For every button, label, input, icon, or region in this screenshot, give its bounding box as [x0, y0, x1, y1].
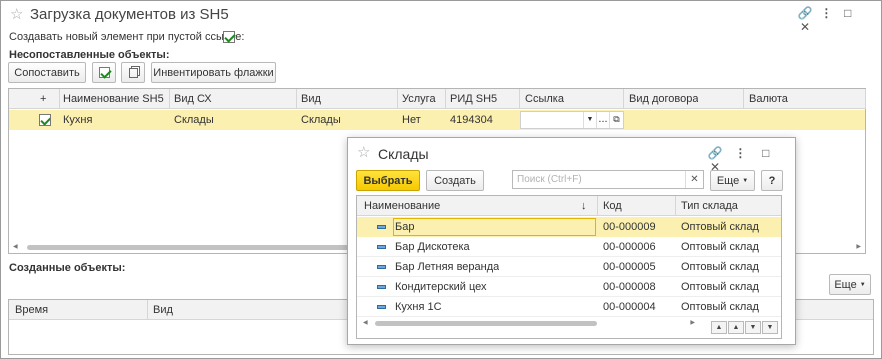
table-row[interactable]: Бар Летняя веранда 00-000005 Оптовый скл… [357, 257, 781, 277]
row-type: Оптовый склад [681, 281, 759, 293]
chevron-down-icon: ▼ [859, 281, 866, 288]
row-code: 00-000009 [603, 221, 656, 233]
link-field[interactable]: ▼ ... ⧉ [520, 111, 624, 129]
col-header-vid[interactable]: Вид [153, 300, 173, 320]
favorite-star-icon[interactable]: ☆ [357, 143, 370, 161]
link-icon[interactable]: 🔗 [796, 6, 814, 20]
more-vertical-icon[interactable]: ⋮ [729, 146, 751, 160]
search-input[interactable]: Поиск (Ctrl+F) ✕ [512, 170, 704, 189]
catalog-item-icon [377, 285, 386, 289]
chevron-down-icon: ▼ [742, 177, 749, 184]
scroll-thumb[interactable] [375, 321, 597, 326]
select-button[interactable]: Выбрать [356, 170, 420, 191]
scroll-right-icon[interactable]: ▶ [690, 319, 695, 326]
row-code: 00-000005 [603, 261, 656, 273]
scroll-right-icon[interactable]: ▶ [856, 243, 861, 250]
table-row[interactable]: Бар Дискотека 00-000006 Оптовый склад [357, 237, 781, 257]
col-header-time[interactable]: Время [15, 300, 48, 320]
help-button[interactable]: ? [761, 170, 783, 191]
col-header-vid-sx[interactable]: Вид СХ [174, 89, 212, 109]
col-header-vid[interactable]: Вид [301, 89, 321, 109]
copy-icon [128, 67, 138, 78]
scroll-left-icon[interactable]: ◀ [363, 319, 368, 326]
row-checkbox[interactable] [39, 114, 51, 126]
col-header-link[interactable]: Ссылка [525, 89, 564, 109]
check-all-icon [98, 67, 110, 78]
col-header-warehouse-type[interactable]: Тип склада [681, 196, 738, 216]
select-ellipsis-button[interactable]: ... [596, 112, 609, 128]
selected-cell[interactable] [393, 218, 596, 236]
row-type: Оптовый склад [681, 261, 759, 273]
dialog-title: Склады [378, 146, 429, 162]
more-vertical-icon[interactable]: ⋮ [817, 6, 835, 20]
warehouses-dialog[interactable]: ☆ Склады 🔗 ⋮ □ ✕ Выбрать Создать Поиск (… [347, 137, 796, 345]
catalog-item-icon [377, 245, 386, 249]
row-name: Кондитерский цех [395, 281, 487, 293]
create-button[interactable]: Создать [426, 170, 484, 191]
catalog-item-icon [377, 305, 386, 309]
close-icon[interactable]: ✕ [796, 20, 814, 34]
row-name: Бар [395, 221, 415, 233]
row-service: Нет [402, 114, 421, 126]
row-name: Бар Летняя веранда [395, 261, 500, 273]
row-type: Оптовый склад [681, 241, 759, 253]
table-row[interactable]: Кухня 1С 00-000004 Оптовый склад [357, 297, 781, 317]
table-row[interactable]: Кондитерский цех 00-000008 Оптовый склад [357, 277, 781, 297]
row-code: 00-000006 [603, 241, 656, 253]
row-code: 00-000004 [603, 301, 656, 313]
created-section-label: Созданные объекты: [9, 262, 126, 274]
uncheck-all-button[interactable] [121, 62, 145, 83]
row-type: Оптовый склад [681, 301, 759, 313]
col-header-rid-sh5[interactable]: РИД SH5 [450, 89, 497, 109]
table-row[interactable]: Кухня Склады Склады Нет 4194304 ▼ ... ⧉ [9, 110, 865, 130]
row-name: Кухня [63, 114, 93, 126]
col-header-name-sh5[interactable]: Наименование SH5 [63, 89, 164, 109]
row-vid-sx: Склады [174, 114, 214, 126]
more-button[interactable]: Еще ▼ [829, 274, 871, 295]
favorite-star-icon[interactable]: ☆ [10, 5, 23, 23]
table-row[interactable]: Бар 00-000009 Оптовый склад [357, 217, 781, 237]
table-header: + Наименование SH5 Вид СХ Вид Услуга РИД… [9, 89, 866, 109]
scroll-up-icon[interactable]: ▲ [728, 321, 744, 334]
catalog-item-icon [377, 265, 386, 269]
unmatched-section-label: Несопоставленные объекты: [9, 49, 170, 61]
invert-flags-button[interactable]: Инвентировать флажки [151, 62, 276, 83]
scroll-first-icon[interactable]: ▲ [711, 321, 727, 334]
scroll-left-icon[interactable]: ◀ [13, 243, 18, 250]
row-code: 00-000008 [603, 281, 656, 293]
table-header: Наименование ↓ Код Тип склада [357, 196, 781, 216]
row-rid: 4194304 [450, 114, 493, 126]
link-icon[interactable]: 🔗 [704, 146, 726, 160]
col-header-code[interactable]: Код [603, 196, 622, 216]
horizontal-scrollbar[interactable]: ◀ ▶ [363, 320, 695, 327]
row-name: Бар Дискотека [395, 241, 470, 253]
row-name: Кухня 1С [395, 301, 442, 313]
open-link-icon[interactable]: ⧉ [609, 112, 623, 128]
sort-arrow-icon[interactable]: ↓ [581, 196, 587, 216]
dropdown-arrow-icon[interactable]: ▼ [583, 112, 596, 128]
more-button-label: Еще [716, 174, 740, 187]
more-button-label: Еще [834, 278, 857, 291]
col-header-name[interactable]: Наименование [364, 196, 440, 216]
window-title: Загрузка документов из SH5 [30, 6, 229, 23]
create-option-label: Создавать новый элемент при пустой ссылк… [9, 31, 245, 43]
maximize-icon[interactable]: □ [839, 6, 857, 20]
warehouses-table[interactable]: Наименование ↓ Код Тип склада Бар 00-000… [356, 195, 782, 339]
col-header-service[interactable]: Услуга [402, 89, 436, 109]
col-header-currency[interactable]: Валюта [749, 89, 788, 109]
scroll-down-icon[interactable]: ▼ [745, 321, 761, 334]
maximize-icon[interactable]: □ [755, 146, 777, 160]
match-button[interactable]: Сопоставить [8, 62, 86, 83]
col-header-contract-type[interactable]: Вид договора [629, 89, 698, 109]
clear-search-icon[interactable]: ✕ [685, 171, 703, 188]
row-vid: Склады [301, 114, 341, 126]
row-type: Оптовый склад [681, 221, 759, 233]
search-placeholder: Поиск (Ctrl+F) [517, 174, 582, 185]
catalog-item-icon [377, 225, 386, 229]
check-all-button[interactable] [92, 62, 116, 83]
create-option-checkbox[interactable] [223, 31, 235, 43]
col-header-plus[interactable]: + [40, 89, 46, 109]
more-button[interactable]: Еще ▼ [710, 170, 755, 191]
scroll-last-icon[interactable]: ▼ [762, 321, 778, 334]
